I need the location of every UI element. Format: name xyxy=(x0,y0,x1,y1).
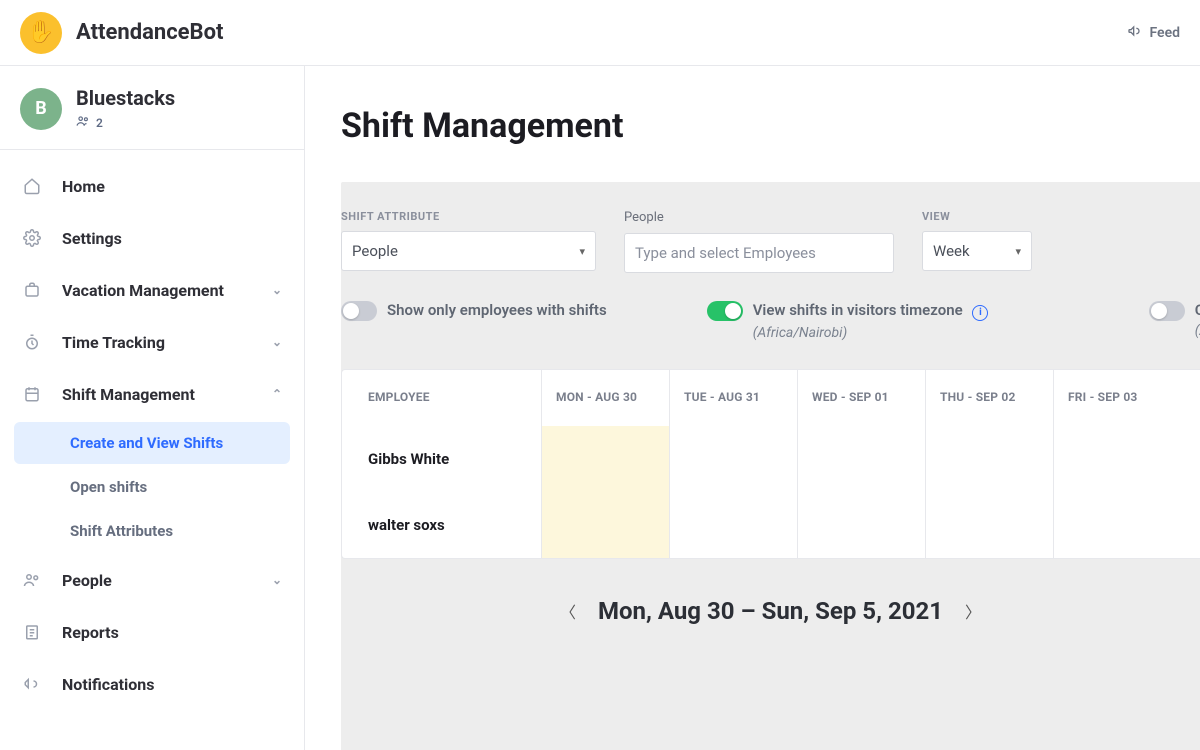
home-icon xyxy=(22,176,42,196)
gear-icon xyxy=(22,228,42,248)
schedule-employee-name: walter soxs xyxy=(342,492,541,558)
sidebar-item-label: Reports xyxy=(62,623,119,642)
report-icon xyxy=(22,622,42,642)
filter-attribute-select[interactable]: People ▾ xyxy=(341,231,596,271)
filter-attribute-label: SHIFT ATTRIBUTE xyxy=(341,210,596,223)
schedule-header-day: WED - SEP 01 xyxy=(798,370,926,426)
schedule-header-day: MON - AUG 30 xyxy=(542,370,670,426)
info-icon[interactable]: i xyxy=(972,305,988,321)
schedule-header-day: THU - SEP 02 xyxy=(926,370,1054,426)
schedule-cell[interactable] xyxy=(1054,426,1182,492)
sidebar-item-label: Settings xyxy=(62,229,122,248)
schedule-header-day: FRI - SEP 03 xyxy=(1054,370,1182,426)
toggle-show-only-label: Show only employees with shifts xyxy=(387,301,607,319)
page-title: Shift Management xyxy=(341,106,1200,146)
toggle-create-partial-sub: (A xyxy=(1195,323,1200,339)
sidebar-item-timetracking[interactable]: Time Tracking ⌄ xyxy=(0,316,304,368)
org-name: Bluestacks xyxy=(76,86,175,110)
org-member-count-value: 2 xyxy=(96,116,103,130)
toggle-visitor-timezone[interactable] xyxy=(707,301,743,321)
schedule-cell[interactable] xyxy=(798,426,926,492)
schedule-header-day: TUE - AUG 31 xyxy=(670,370,798,426)
schedule-cell[interactable] xyxy=(926,492,1054,558)
chevron-down-icon: ⌄ xyxy=(272,335,282,349)
sidebar-item-notifications[interactable]: Notifications xyxy=(0,658,304,710)
calendar-icon xyxy=(22,384,42,404)
schedule-cell[interactable] xyxy=(542,492,670,558)
chevron-down-icon: ▾ xyxy=(579,245,585,258)
sidebar-item-shiftmanagement[interactable]: Shift Management ⌃ xyxy=(0,368,304,420)
schedule-cell[interactable] xyxy=(670,426,798,492)
toggle-visitor-tz-detail: (Africa/Nairobi) xyxy=(753,325,989,341)
chevron-down-icon: ▾ xyxy=(1015,245,1021,258)
sidebar-item-reports[interactable]: Reports xyxy=(0,606,304,658)
feedback-link[interactable]: Feed xyxy=(1127,23,1180,43)
prev-week-arrow[interactable]: 〈 xyxy=(560,599,576,623)
schedule-employee-name: Gibbs White xyxy=(342,426,541,492)
schedule-cell[interactable] xyxy=(926,426,1054,492)
filter-attribute-value: People xyxy=(352,242,398,260)
schedule-header-employee: EMPLOYEE xyxy=(342,370,542,426)
sidebar-item-vacation[interactable]: Vacation Management ⌄ xyxy=(0,264,304,316)
schedule-cell[interactable] xyxy=(798,492,926,558)
brand-logo: ✋ xyxy=(20,12,62,54)
people-icon xyxy=(76,114,90,131)
sidebar-subitem-open-shifts[interactable]: Open shifts xyxy=(14,466,290,508)
filter-view-label: VIEW xyxy=(922,210,1032,223)
feedback-label: Feed xyxy=(1149,25,1180,41)
toggle-create-partial[interactable] xyxy=(1149,301,1185,321)
org-avatar: B xyxy=(20,88,62,130)
toggle-show-only-employees[interactable] xyxy=(341,301,377,321)
schedule-cell[interactable] xyxy=(670,492,798,558)
chevron-up-icon: ⌃ xyxy=(272,387,282,401)
sidebar-subitem-create-view-shifts[interactable]: Create and View Shifts xyxy=(14,422,290,464)
sidebar-item-label: Home xyxy=(62,177,105,196)
filter-view-select[interactable]: Week ▾ xyxy=(922,231,1032,271)
schedule-cell[interactable] xyxy=(542,426,670,492)
stopwatch-icon xyxy=(22,332,42,352)
filter-view-value: Week xyxy=(933,242,970,260)
sidebar-item-people[interactable]: People ⌄ xyxy=(0,554,304,606)
org-member-count: 2 xyxy=(76,114,175,131)
sidebar-subitem-shift-attributes[interactable]: Shift Attributes xyxy=(14,510,290,552)
sidebar-item-label: Time Tracking xyxy=(62,333,165,352)
filter-people-placeholder: Type and select Employees xyxy=(635,244,816,262)
megaphone-icon xyxy=(1127,23,1143,43)
chevron-down-icon: ⌄ xyxy=(272,283,282,297)
filter-people-input[interactable]: Type and select Employees xyxy=(624,233,894,273)
suitcase-icon xyxy=(22,280,42,300)
toggle-create-partial-label: Cr xyxy=(1195,301,1200,319)
chevron-down-icon: ⌄ xyxy=(272,573,282,587)
people-icon xyxy=(22,570,42,590)
date-range-label: Mon, Aug 30 – Sun, Sep 5, 2021 xyxy=(598,597,943,625)
sidebar-item-label: Notifications xyxy=(62,675,155,694)
next-week-arrow[interactable]: 〉 xyxy=(965,599,981,623)
sidebar-item-label: Vacation Management xyxy=(62,281,224,300)
brand-name: AttendanceBot xyxy=(76,20,223,45)
sidebar-item-home[interactable]: Home xyxy=(0,160,304,212)
sidebar-item-label: Shift Management xyxy=(62,385,195,404)
filter-people-label: People xyxy=(624,210,894,225)
sidebar-item-label: People xyxy=(62,571,112,590)
sidebar-item-settings[interactable]: Settings xyxy=(0,212,304,264)
schedule-cell[interactable] xyxy=(1054,492,1182,558)
toggle-visitor-tz-label: View shifts in visitors timezone i xyxy=(753,301,989,321)
bell-icon xyxy=(22,674,42,694)
